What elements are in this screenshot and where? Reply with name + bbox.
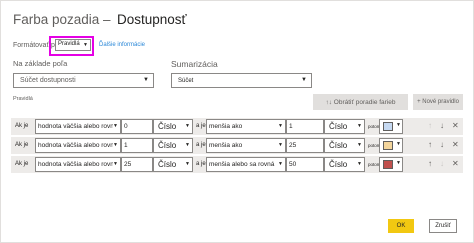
rule-value-2-input[interactable]: 1 — [286, 119, 324, 134]
chevron-down-icon: ▼ — [143, 77, 149, 83]
chevron-down-icon: ▼ — [396, 141, 401, 147]
summarization-label: Sumarizácia — [171, 59, 218, 69]
rule-row-1: Ak je hodnota väčšia alebo rovná ▼ 0 Čís… — [11, 118, 463, 135]
rule-unit-1-value: Číslo — [158, 141, 177, 150]
rule-condition-2-select[interactable]: menšia ako ▼ — [206, 119, 286, 134]
move-down-icon[interactable]: ↓ — [440, 159, 444, 169]
based-on-field-select[interactable]: Súčet dostupnosti ▼ — [13, 73, 154, 88]
rule-value-2-input[interactable]: 25 — [286, 138, 324, 153]
rule-value-2-input[interactable]: 50 — [286, 157, 324, 172]
chevron-down-icon: ▼ — [83, 42, 88, 48]
color-swatch — [383, 122, 393, 131]
rule-unit-1-value: Číslo — [158, 160, 177, 169]
rule-color-picker[interactable]: ▼ — [379, 138, 403, 153]
rule-prefix: Ak je — [15, 123, 29, 129]
chevron-down-icon: ▼ — [185, 123, 190, 129]
rule-and-text: a je — [196, 161, 206, 167]
chevron-down-icon: ▼ — [278, 161, 283, 167]
rule-condition-1-select[interactable]: hodnota väčšia alebo rovná ▼ — [35, 157, 121, 172]
chevron-down-icon: ▼ — [278, 123, 283, 129]
cancel-button[interactable]: Zrušiť — [429, 219, 457, 233]
move-up-icon[interactable]: ↑ — [428, 140, 432, 150]
rule-condition-2-value: menšia ako — [209, 142, 243, 149]
dialog-subtitle: Dostupnosť — [117, 12, 187, 27]
rule-condition-1-value: hodnota väčšia alebo rovná — [38, 161, 118, 168]
rule-unit-2-value: Číslo — [329, 122, 348, 131]
move-down-icon[interactable]: ↓ — [440, 121, 444, 131]
rule-condition-2-value: menšia ako — [209, 123, 243, 130]
based-on-field-label: Na základe poľa — [13, 59, 68, 68]
rule-then-text: potom — [368, 162, 380, 167]
rule-color-picker[interactable]: ▼ — [379, 157, 403, 172]
color-swatch — [383, 141, 393, 150]
rule-prefix: Ak je — [15, 142, 29, 148]
move-down-icon[interactable]: ↓ — [440, 140, 444, 150]
rule-condition-1-value: hodnota väčšia alebo rovná — [38, 123, 118, 130]
rule-condition-1-select[interactable]: hodnota väčšia alebo rovná ▼ — [35, 119, 121, 134]
rule-unit-1-select[interactable]: Číslo ▼ — [153, 119, 193, 134]
rule-value-1-input[interactable]: 0 — [121, 119, 153, 134]
dialog-title: Farba pozadia – — [13, 12, 111, 27]
summarization-select[interactable]: Súčet ▼ — [171, 73, 312, 88]
rule-then-text: potom — [368, 124, 380, 129]
rule-unit-1-value: Číslo — [158, 122, 177, 131]
based-on-field-value: Súčet dostupnosti — [20, 77, 76, 84]
delete-rule-icon[interactable]: ✕ — [452, 159, 459, 169]
chevron-down-icon: ▼ — [113, 142, 118, 148]
rule-condition-1-select[interactable]: hodnota väčšia alebo rovná ▼ — [35, 138, 121, 153]
rule-unit-1-select[interactable]: Číslo ▼ — [153, 157, 193, 172]
format-by-value: Pravidlá — [58, 41, 80, 47]
rule-condition-2-select[interactable]: menšia alebo sa rovná ▼ — [206, 157, 286, 172]
delete-rule-icon[interactable]: ✕ — [452, 121, 459, 131]
rule-unit-2-value: Číslo — [329, 160, 348, 169]
rule-unit-2-select[interactable]: Číslo ▼ — [324, 157, 365, 172]
rule-unit-2-select[interactable]: Číslo ▼ — [324, 138, 365, 153]
chevron-down-icon: ▼ — [357, 123, 362, 129]
rules-label: Pravidlá — [13, 96, 33, 102]
rule-row-2: Ak je hodnota väčšia alebo rovná ▼ 1 Čís… — [11, 137, 463, 154]
chevron-down-icon: ▼ — [113, 161, 118, 167]
rule-prefix: Ak je — [15, 161, 29, 167]
summarization-value: Súčet — [178, 78, 194, 84]
rule-row-3: Ak je hodnota väčšia alebo rovná ▼ 25 Čí… — [11, 156, 463, 173]
rule-condition-2-value: menšia alebo sa rovná — [209, 161, 275, 168]
ok-button[interactable]: OK — [388, 219, 414, 233]
rule-color-picker[interactable]: ▼ — [379, 119, 403, 134]
rule-and-text: a je — [196, 123, 206, 129]
chevron-down-icon: ▼ — [185, 161, 190, 167]
rule-value-1-input[interactable]: 1 — [121, 138, 153, 153]
chevron-down-icon: ▼ — [396, 160, 401, 166]
move-up-icon[interactable]: ↑ — [428, 159, 432, 169]
chevron-down-icon: ▼ — [278, 142, 283, 148]
chevron-down-icon: ▼ — [357, 161, 362, 167]
chevron-down-icon: ▼ — [357, 142, 362, 148]
rule-unit-1-select[interactable]: Číslo ▼ — [153, 138, 193, 153]
learn-more-link[interactable]: Ďalšie informácie — [99, 42, 145, 48]
chevron-down-icon: ▼ — [301, 77, 307, 83]
reverse-color-order-button[interactable]: ↑↓ Obrátiť poradie farieb — [313, 94, 408, 110]
rule-unit-2-value: Číslo — [329, 141, 348, 150]
rule-and-text: a je — [196, 142, 206, 148]
rule-then-text: potom — [368, 143, 380, 148]
chevron-down-icon: ▼ — [396, 122, 401, 128]
rule-condition-1-value: hodnota väčšia alebo rovná — [38, 142, 118, 149]
rule-value-1-input[interactable]: 25 — [121, 157, 153, 172]
background-color-dialog: Farba pozadia – Dostupnosť Formátovať po… — [0, 0, 474, 243]
format-by-select[interactable]: Pravidlá ▼ — [55, 39, 91, 51]
new-rule-button[interactable]: + Nové pravidlo — [413, 94, 463, 110]
delete-rule-icon[interactable]: ✕ — [452, 140, 459, 150]
move-up-icon[interactable]: ↑ — [428, 121, 432, 131]
chevron-down-icon: ▼ — [113, 123, 118, 129]
color-swatch — [383, 160, 393, 169]
chevron-down-icon: ▼ — [185, 142, 190, 148]
rule-condition-2-select[interactable]: menšia ako ▼ — [206, 138, 286, 153]
rule-unit-2-select[interactable]: Číslo ▼ — [324, 119, 365, 134]
